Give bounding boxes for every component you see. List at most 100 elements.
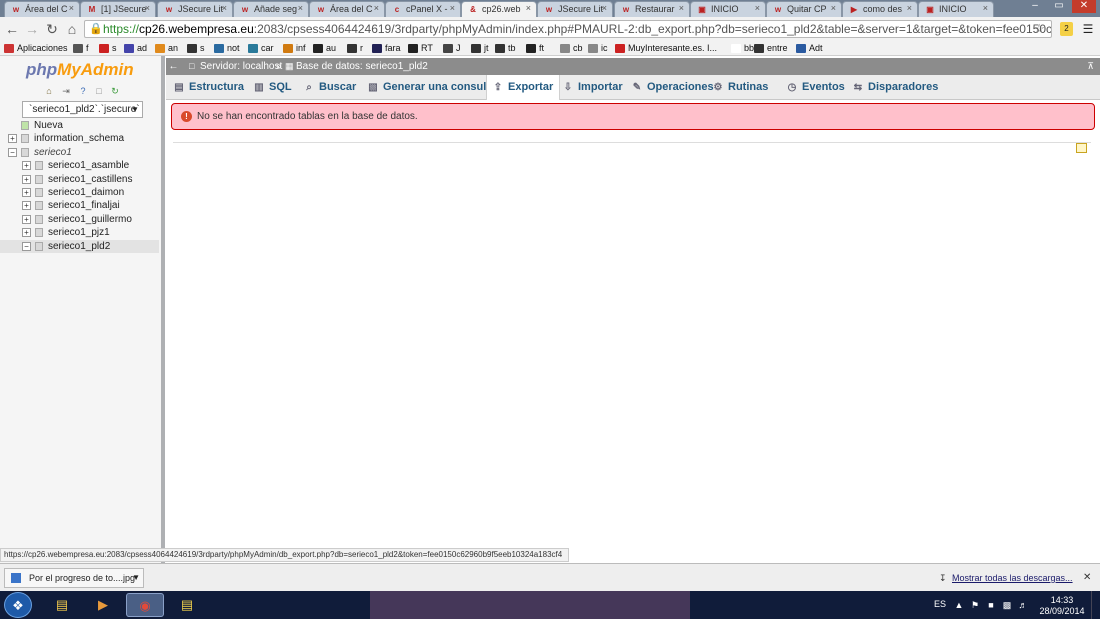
tab-close-icon[interactable]: × <box>222 3 227 13</box>
volume-icon[interactable]: ♬ <box>1018 600 1028 610</box>
bookmark-item[interactable]: entre <box>754 42 788 55</box>
tree-item[interactable]: + serieco1_daimon <box>0 186 159 199</box>
home-button[interactable]: ⌂ <box>64 20 80 38</box>
show-all-downloads-link[interactable]: ↧ Mostrar todas las descargas... <box>939 573 1073 583</box>
bookmark-item[interactable]: s <box>187 42 205 55</box>
browser-tab[interactable]: w Área del C × <box>309 1 385 17</box>
language-indicator[interactable]: ES <box>934 599 946 609</box>
tab-close-icon[interactable]: × <box>374 3 379 13</box>
address-bar[interactable]: 🔒 https://cp26.webempresa.eu:2083/cpsess4… <box>84 20 1052 38</box>
tab-generar-una-consulta[interactable]: ▧ Generar una consulta <box>362 75 502 100</box>
pma-logo[interactable]: phpMyAdmin <box>26 60 134 80</box>
collapse-icon[interactable]: ⊼ <box>1087 58 1094 75</box>
forward-button[interactable]: → <box>24 20 40 38</box>
browser-tab[interactable]: w JSecure Lit × <box>157 1 233 17</box>
browser-tab[interactable]: ▣ INICIO × <box>690 1 766 17</box>
bookmark-item[interactable]: s <box>99 42 117 55</box>
tab-close-icon[interactable]: × <box>679 3 684 13</box>
tab-close-icon[interactable]: × <box>602 3 607 13</box>
browser-tab[interactable]: w Añade seg × <box>233 1 309 17</box>
flag-icon[interactable]: ⚑ <box>970 600 980 610</box>
tab-close-icon[interactable]: × <box>145 3 150 13</box>
tree-item[interactable]: + serieco1_guillermo <box>0 213 159 226</box>
bookmark-item[interactable]: ft <box>526 42 544 55</box>
show-desktop-button[interactable] <box>1091 591 1100 619</box>
system-clock[interactable]: 14:33 28/09/2014 <box>1037 595 1087 617</box>
bookmark-item[interactable]: RT <box>408 42 433 55</box>
tray-expand-icon[interactable]: ▲ <box>954 600 964 610</box>
tree-expand-icon[interactable]: + <box>22 201 31 211</box>
database-select[interactable]: `serieco1_pld2`.`jsecure` ▼ <box>22 101 143 118</box>
tab-disparadores[interactable]: ⇆ Disparadores <box>847 75 944 100</box>
media-player-icon[interactable]: ▶ <box>84 593 122 617</box>
browser-tab[interactable]: ▣ INICIO × <box>918 1 994 17</box>
breadcrumb-database-link[interactable]: Base de datos: serieco1_pld2 <box>296 58 428 75</box>
menu-icon[interactable]: ☰ <box>1080 20 1096 38</box>
tab-close-icon[interactable]: × <box>907 3 912 13</box>
console-icon[interactable] <box>1076 143 1087 153</box>
file-explorer-icon[interactable]: ▤ <box>43 593 81 617</box>
bookmark-item[interactable]: Adt <box>796 42 823 55</box>
bookmark-item[interactable]: car <box>248 42 274 55</box>
bookmark-item[interactable]: au <box>313 42 336 55</box>
bookmark-item[interactable]: jt <box>471 42 489 55</box>
network-icon[interactable]: ▩ <box>1002 600 1012 610</box>
tab-close-icon[interactable]: × <box>831 3 836 13</box>
close-icon[interactable]: ✕ <box>1083 572 1091 583</box>
browser-tab[interactable]: w Restaurar × <box>614 1 690 17</box>
folder-icon[interactable]: ▤ <box>168 593 206 617</box>
bookmark-item[interactable]: not <box>214 42 240 55</box>
bookmark-item[interactable]: ic <box>588 42 608 55</box>
extension-icon[interactable]: 2 <box>1060 22 1073 36</box>
browser-tab[interactable]: w Quitar CP × <box>766 1 842 17</box>
tab-close-icon[interactable]: × <box>69 3 74 13</box>
browser-tab[interactable]: w Área del C × <box>4 1 80 17</box>
bookmark-star-icon[interactable]: ☆ <box>1033 21 1045 37</box>
tab-buscar[interactable]: ⌕ Buscar <box>298 75 362 100</box>
tree-expand-icon[interactable]: + <box>22 228 31 238</box>
tree-expand-icon[interactable]: + <box>22 188 31 197</box>
chevron-down-icon[interactable]: ▼ <box>132 569 140 587</box>
bookmark-item[interactable]: an <box>155 42 178 55</box>
tree-item[interactable]: − serieco1 <box>0 146 159 159</box>
bookmark-item[interactable]: inf <box>283 42 306 55</box>
bookmark-item[interactable]: fara <box>372 42 401 55</box>
bookmark-item[interactable]: cb <box>560 42 583 55</box>
tree-expand-icon[interactable]: + <box>22 214 31 224</box>
docs-icon[interactable]: □ <box>94 86 104 96</box>
start-button[interactable]: ❖ <box>4 592 32 618</box>
minimize-icon[interactable]: – <box>1024 0 1046 13</box>
browser-tab[interactable]: w JSecure Lit × <box>537 1 613 17</box>
tab-importar[interactable]: ⇩ Importar <box>557 75 629 100</box>
tree-item[interactable]: Nueva <box>0 119 159 132</box>
bookmark-item[interactable]: r <box>347 42 363 55</box>
browser-tab[interactable]: & cp26.web × <box>461 1 537 17</box>
breadcrumb-server-link[interactable]: Servidor: localhost <box>200 58 282 75</box>
tree-expand-icon[interactable]: − <box>8 147 17 157</box>
chrome-icon[interactable]: ◉ <box>126 593 164 617</box>
tree-expand-icon[interactable]: − <box>22 241 31 251</box>
bookmark-item[interactable]: Aplicaciones <box>4 42 68 55</box>
tree-item[interactable]: + serieco1_asamble <box>0 159 159 172</box>
tab-estructura[interactable]: ▤ Estructura <box>168 75 250 100</box>
tree-item[interactable]: + information_schema <box>0 132 159 145</box>
logout-icon[interactable]: ⇥ <box>61 86 71 96</box>
tab-close-icon[interactable]: × <box>755 3 760 13</box>
back-button[interactable]: ← <box>4 20 20 38</box>
bookmark-item[interactable]: MuyInteresante.es. I... <box>615 42 717 55</box>
tree-item[interactable]: − serieco1_pld2 <box>0 239 159 253</box>
tab-eventos[interactable]: ◷ Eventos <box>781 75 851 100</box>
maximize-icon[interactable]: ▭ <box>1048 0 1070 13</box>
tab-close-icon[interactable]: × <box>983 3 988 13</box>
browser-tab[interactable]: M [1] JSecure × <box>80 1 156 17</box>
collapse-nav-icon[interactable]: ← <box>166 58 181 75</box>
tab-operaciones[interactable]: ✎ Operaciones <box>626 75 720 100</box>
home-icon[interactable]: ⌂ <box>44 86 54 96</box>
tree-expand-icon[interactable]: + <box>8 134 17 144</box>
tree-item[interactable]: + serieco1_finaljai <box>0 199 159 212</box>
tree-expand-icon[interactable]: + <box>22 174 31 184</box>
browser-tab[interactable]: ▶ como des × <box>842 1 918 17</box>
bookmark-item[interactable]: ad <box>124 42 147 55</box>
help-icon[interactable]: ? <box>78 86 88 96</box>
bookmark-item[interactable]: J <box>443 42 461 55</box>
